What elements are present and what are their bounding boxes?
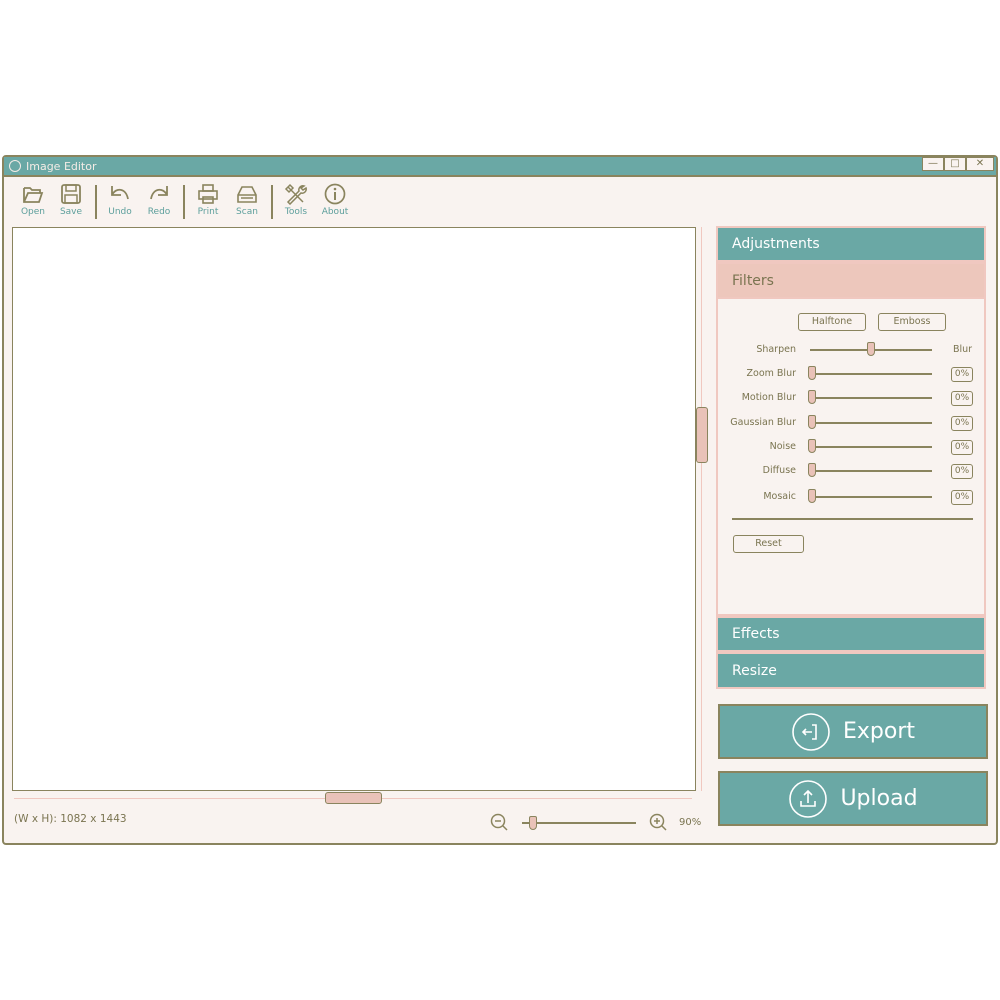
save-label: Save (59, 207, 83, 217)
scan-label: Scan (236, 207, 258, 217)
open-label: Open (20, 207, 46, 217)
slider-value: 0% (951, 490, 973, 505)
filter-slider-thumb[interactable] (808, 390, 816, 404)
section-adjustments[interactable]: Adjustments (716, 226, 986, 262)
filter-slider[interactable] (810, 422, 932, 424)
filter-slider-thumb[interactable] (808, 489, 816, 503)
filter-slider[interactable] (810, 496, 932, 498)
redo-button[interactable]: Redo (141, 183, 177, 223)
toolbar-divider (271, 185, 273, 219)
slider-value: 0% (951, 440, 973, 455)
slider-value: 0% (951, 391, 973, 406)
slider-value: 0% (951, 367, 973, 382)
maximize-button[interactable]: □ (944, 157, 966, 171)
blur-label: Blur (953, 344, 973, 355)
undo-icon (111, 186, 129, 200)
slider-value: 0% (951, 416, 973, 431)
close-button[interactable]: ✕ (966, 157, 994, 171)
zoom-out-icon[interactable] (490, 813, 510, 833)
redo-label: Redo (147, 207, 171, 217)
info-icon (324, 183, 346, 205)
slider-label: Mosaic (763, 491, 796, 502)
slider-label: Gaussian Blur (730, 417, 796, 428)
zoom-in-icon[interactable] (649, 813, 669, 833)
save-button[interactable]: Save (53, 183, 89, 223)
upload-button[interactable]: Upload (718, 771, 988, 826)
slider-label: Zoom Blur (746, 368, 797, 379)
title-bar: Image Editor — □ ✕ (4, 157, 996, 177)
sharpen-label: Sharpen (756, 344, 796, 355)
filter-slider-thumb[interactable] (808, 366, 816, 380)
slider-label: Motion Blur (741, 392, 796, 403)
filter-slider[interactable] (810, 470, 932, 472)
export-button[interactable]: Export (718, 704, 988, 759)
section-resize[interactable]: Resize (716, 652, 986, 689)
divider (732, 518, 973, 520)
slider-label: Diffuse (762, 465, 796, 476)
upload-icon (789, 779, 828, 818)
reset-button[interactable]: Reset (733, 535, 804, 553)
app-icon (9, 160, 21, 172)
floppy-disk-icon (61, 184, 81, 204)
scan-button[interactable]: Scan (229, 183, 265, 223)
tools-button[interactable]: Tools (278, 183, 314, 223)
folder-open-icon (23, 187, 44, 203)
open-button[interactable]: Open (15, 183, 51, 223)
export-label: Export (842, 719, 915, 744)
emboss-button[interactable]: Emboss (878, 313, 946, 331)
undo-button[interactable]: Undo (102, 183, 138, 223)
vertical-scroll-thumb[interactable] (696, 407, 708, 463)
sharpen-blur-thumb[interactable] (867, 342, 875, 356)
tools-label: Tools (284, 207, 308, 217)
filter-slider-thumb[interactable] (808, 415, 816, 429)
tools-icon (284, 183, 307, 205)
upload-label: Upload (840, 786, 918, 811)
zoom-slider-thumb[interactable] (529, 816, 538, 830)
halftone-button[interactable]: Halftone (798, 313, 866, 331)
zoom-slider[interactable] (522, 822, 636, 824)
horizontal-scroll-thumb[interactable] (325, 792, 382, 804)
filter-slider[interactable] (810, 446, 932, 448)
filter-slider-thumb[interactable] (808, 439, 816, 453)
undo-label: Undo (108, 207, 132, 217)
window-title: Image Editor (26, 160, 97, 173)
toolbar-divider (183, 185, 185, 219)
print-label: Print (197, 207, 219, 217)
about-label: About (321, 207, 349, 217)
slider-label: Noise (769, 441, 796, 452)
filter-slider[interactable] (810, 397, 932, 399)
image-canvas[interactable] (12, 227, 696, 791)
slider-value: 0% (951, 464, 973, 479)
print-button[interactable]: Print (190, 183, 226, 223)
vertical-scrollbar[interactable] (701, 227, 702, 791)
about-button[interactable]: About (317, 183, 353, 223)
export-icon (792, 712, 830, 751)
image-dimensions: (W x H): 1082 x 1443 (14, 813, 127, 825)
filter-slider[interactable] (810, 373, 932, 375)
zoom-percentage: 90% (679, 817, 702, 828)
filter-slider-thumb[interactable] (808, 463, 816, 477)
scanner-icon (237, 186, 257, 203)
printer-icon (198, 184, 218, 204)
section-effects[interactable]: Effects (716, 616, 986, 652)
minimize-button[interactable]: — (922, 157, 944, 171)
section-filters[interactable]: Filters (716, 262, 986, 299)
redo-icon (150, 186, 168, 200)
toolbar-divider (95, 185, 97, 219)
